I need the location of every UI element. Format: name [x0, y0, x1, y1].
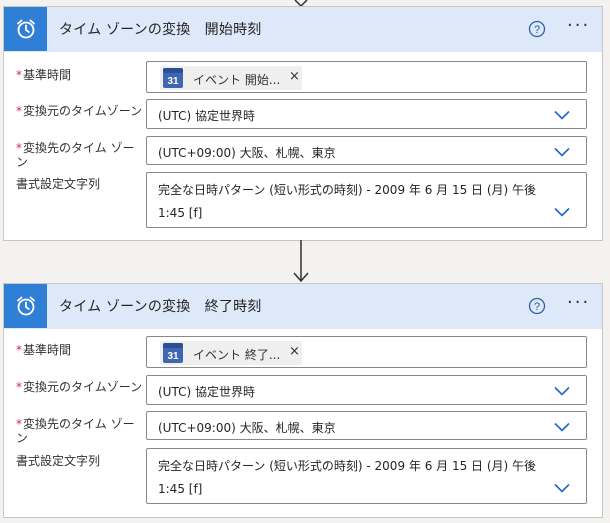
- calendar-icon-text: 31: [167, 351, 179, 362]
- format-string-label-text: 書式設定文字列: [16, 177, 101, 191]
- base-time-input[interactable]: 31 イベント 終了... ×: [146, 336, 587, 368]
- destination-timezone-label-text: 変換先のタイム ゾーン: [16, 417, 135, 445]
- destination-timezone-label: *変換先のタイム ゾーン: [16, 141, 144, 169]
- chevron-down-icon[interactable]: [554, 110, 570, 120]
- format-string-value-line1: 完全な日時パターン (短い形式の時刻) - 2009 年 6 月 15 日 (月…: [158, 459, 537, 473]
- format-string-label-text: 書式設定文字列: [16, 454, 101, 468]
- base-time-input[interactable]: 31 イベント 開始... ×: [146, 61, 587, 93]
- required-marker: *: [16, 68, 22, 82]
- chevron-down-icon[interactable]: [554, 207, 570, 217]
- destination-timezone-label-text: 変換先のタイム ゾーン: [16, 141, 135, 169]
- dynamic-content-token[interactable]: 31 イベント 終了... ×: [160, 341, 302, 365]
- source-timezone-label: *変換元のタイムゾーン: [16, 104, 144, 118]
- source-timezone-label: *変換元のタイムゾーン: [16, 380, 144, 394]
- required-marker: *: [16, 417, 22, 431]
- format-string-value-line2: 1:45 [f]: [158, 482, 203, 496]
- chevron-down-icon[interactable]: [554, 422, 570, 432]
- calendar-icon-text: 31: [167, 76, 179, 87]
- format-string-label: 書式設定文字列: [16, 454, 144, 468]
- format-string-value-line1: 完全な日時パターン (短い形式の時刻) - 2009 年 6 月 15 日 (月…: [158, 183, 537, 197]
- svg-text:?: ?: [534, 24, 540, 36]
- token-label: イベント 開始...: [193, 73, 281, 87]
- token-label: イベント 終了...: [193, 348, 281, 362]
- base-time-label-text: 基準時間: [23, 343, 72, 357]
- help-circle-icon[interactable]: ?: [528, 297, 546, 315]
- destination-timezone-dropdown[interactable]: (UTC+09:00) 大阪、札幌、東京: [146, 411, 587, 440]
- calendar-icon: 31: [163, 343, 183, 363]
- chevron-down-icon[interactable]: [554, 147, 570, 157]
- connector-arrow: [293, 240, 309, 283]
- alarm-clock-icon: [4, 7, 47, 51]
- token-remove-button[interactable]: ×: [289, 345, 300, 359]
- format-string-value-line2: 1:45 [f]: [158, 206, 203, 220]
- source-timezone-label-text: 変換元のタイムゾーン: [23, 104, 143, 118]
- action-card-end: タイム ゾーンの変換 終了時刻 ? ··· *基準時間 31 イベント 終了..…: [3, 283, 603, 518]
- action-title[interactable]: タイム ゾーンの変換 終了時刻: [59, 296, 261, 316]
- alarm-clock-icon: [4, 284, 47, 328]
- format-string-dropdown[interactable]: 完全な日時パターン (短い形式の時刻) - 2009 年 6 月 15 日 (月…: [146, 172, 587, 228]
- action-title[interactable]: タイム ゾーンの変換 開始時刻: [59, 19, 261, 39]
- action-card-start: タイム ゾーンの変換 開始時刻 ? ··· *基準時間 31 イベント 開始..…: [3, 6, 603, 241]
- token-remove-button[interactable]: ×: [289, 70, 300, 84]
- destination-timezone-label: *変換先のタイム ゾーン: [16, 417, 144, 445]
- destination-timezone-value: (UTC+09:00) 大阪、札幌、東京: [158, 146, 336, 160]
- destination-timezone-dropdown[interactable]: (UTC+09:00) 大阪、札幌、東京: [146, 136, 587, 165]
- base-time-label: *基準時間: [16, 68, 144, 82]
- required-marker: *: [16, 343, 22, 357]
- calendar-icon: 31: [163, 68, 183, 88]
- action-card-header[interactable]: タイム ゾーンの変換 終了時刻 ? ···: [4, 284, 602, 329]
- more-options-button[interactable]: ···: [567, 293, 590, 313]
- required-marker: *: [16, 141, 22, 155]
- format-string-dropdown[interactable]: 完全な日時パターン (短い形式の時刻) - 2009 年 6 月 15 日 (月…: [146, 448, 587, 504]
- source-timezone-dropdown[interactable]: (UTC) 協定世界時: [146, 375, 587, 405]
- source-timezone-value: (UTC) 協定世界時: [158, 385, 255, 399]
- source-timezone-label-text: 変換元のタイムゾーン: [23, 380, 143, 394]
- source-timezone-dropdown[interactable]: (UTC) 協定世界時: [146, 99, 587, 129]
- action-card-header[interactable]: タイム ゾーンの変換 開始時刻 ? ···: [4, 7, 602, 52]
- svg-text:?: ?: [534, 301, 540, 313]
- chevron-down-icon[interactable]: [554, 386, 570, 396]
- required-marker: *: [16, 380, 22, 394]
- help-circle-icon[interactable]: ?: [528, 20, 546, 38]
- chevron-down-icon[interactable]: [554, 483, 570, 493]
- dynamic-content-token[interactable]: 31 イベント 開始... ×: [160, 66, 302, 90]
- base-time-label: *基準時間: [16, 343, 144, 357]
- required-marker: *: [16, 104, 22, 118]
- source-timezone-value: (UTC) 協定世界時: [158, 109, 255, 123]
- destination-timezone-value: (UTC+09:00) 大阪、札幌、東京: [158, 421, 336, 435]
- more-options-button[interactable]: ···: [567, 16, 590, 36]
- base-time-label-text: 基準時間: [23, 68, 72, 82]
- format-string-label: 書式設定文字列: [16, 177, 144, 191]
